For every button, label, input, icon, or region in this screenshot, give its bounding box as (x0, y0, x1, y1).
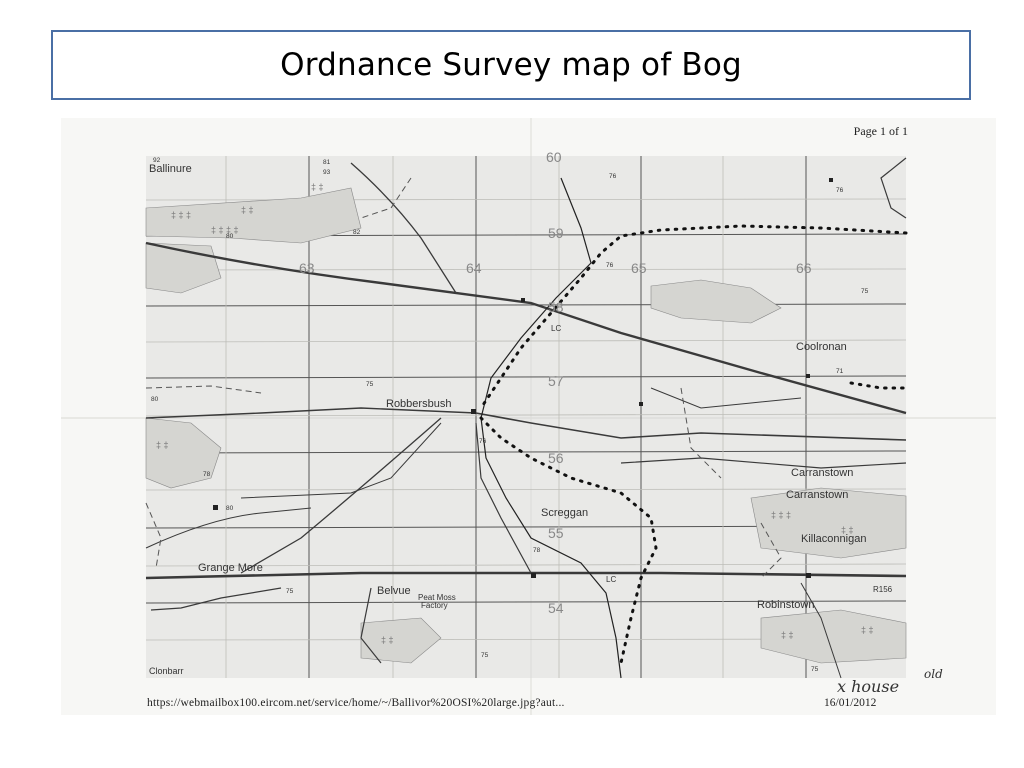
easting-label: 66 (796, 260, 812, 276)
spot-height: 92 (153, 157, 161, 164)
spot-height: 93 (323, 169, 331, 176)
spot-height: 75 (366, 381, 374, 388)
northing-label: 58 (548, 299, 564, 315)
spot-height: 76 (479, 438, 487, 445)
ordnance-survey-map: ‡ ‡ ‡ ‡ ‡‡ ‡ ‡ ‡ ‡ ‡‡ ‡ ‡‡ ‡ ‡ ‡ ‡ ‡‡ ‡ ‡ … (61, 118, 996, 715)
spot-height: 75 (861, 288, 869, 295)
easting-label: 64 (466, 260, 482, 276)
place-killaconnigan: Killaconnigan (801, 533, 866, 545)
slide-title: Ordnance Survey map of Bog (280, 47, 742, 83)
place-screggan: Screggan (541, 507, 588, 519)
footer-date: 16/01/2012 (824, 697, 877, 709)
svg-text:‡ ‡ ‡ ‡: ‡ ‡ ‡ ‡ (211, 225, 239, 235)
label-road-r156: R156 (873, 585, 893, 594)
spot-height: 71 (836, 368, 844, 375)
svg-text:‡ ‡ ‡: ‡ ‡ ‡ (771, 510, 791, 520)
place-robinstown: Robinstown (757, 599, 814, 611)
spot-height: 80 (226, 233, 234, 240)
northing-label: 57 (548, 373, 564, 389)
spot-height: 78 (203, 471, 211, 478)
northing-label: 59 (548, 225, 564, 241)
spot-height: 80 (226, 505, 234, 512)
svg-text:‡ ‡: ‡ ‡ (781, 630, 794, 640)
spot-height: 75 (286, 588, 294, 595)
label-lc: LC (551, 324, 561, 333)
place-robbersbush: Robbersbush (386, 398, 451, 410)
spot-height: 82 (353, 229, 361, 236)
place-carranstown-2: Carranstown (786, 489, 848, 501)
svg-text:‡ ‡: ‡ ‡ (241, 205, 254, 215)
place-coolronan: Coolronan (796, 341, 847, 353)
easting-label: 65 (631, 260, 647, 276)
svg-text:‡ ‡: ‡ ‡ (156, 440, 169, 450)
northing-label: 60 (546, 149, 562, 165)
spot-height: 76 (836, 187, 844, 194)
handwritten-note-old: old (924, 667, 943, 681)
northing-label: 55 (548, 525, 564, 541)
spot-height: 75 (811, 666, 819, 673)
place-clonbarr: Clonbarr (149, 666, 184, 676)
place-grange-more: Grange More (198, 562, 263, 574)
spot-height: 81 (323, 159, 331, 166)
label-factory: Factory (421, 601, 448, 610)
northing-label: 56 (548, 450, 564, 466)
spot-height: 75 (481, 652, 489, 659)
svg-text:‡ ‡ ‡: ‡ ‡ ‡ (171, 210, 191, 220)
page-indicator: Page 1 of 1 (853, 124, 908, 138)
handwritten-note-house: x house (837, 677, 899, 696)
footer-url: https://webmailbox100.eircom.net/service… (147, 697, 565, 709)
spot-height: 76 (606, 262, 614, 269)
svg-text:‡ ‡: ‡ ‡ (381, 635, 394, 645)
scanned-map-page: ‡ ‡ ‡ ‡ ‡ ‡ ‡ ‡ ‡ ‡ ‡ ‡ ‡ ‡ ‡ ‡ ‡ ‡ ‡ ‡ ‡ ‡ ‡ … (61, 118, 996, 715)
place-belvue: Belvue (377, 585, 411, 597)
svg-text:‡ ‡: ‡ ‡ (311, 182, 324, 192)
spot-height: 76 (609, 173, 617, 180)
spot-height: 78 (533, 547, 541, 554)
easting-label: 63 (299, 260, 315, 276)
spot-height: 80 (151, 396, 159, 403)
svg-text:‡ ‡: ‡ ‡ (861, 625, 874, 635)
slide-title-box: Ordnance Survey map of Bog (51, 30, 971, 100)
northing-label: 54 (548, 600, 564, 616)
label-lc: LC (606, 575, 616, 584)
place-carranstown-1: Carranstown (791, 467, 853, 479)
place-ballinure: Ballinure (149, 163, 192, 175)
